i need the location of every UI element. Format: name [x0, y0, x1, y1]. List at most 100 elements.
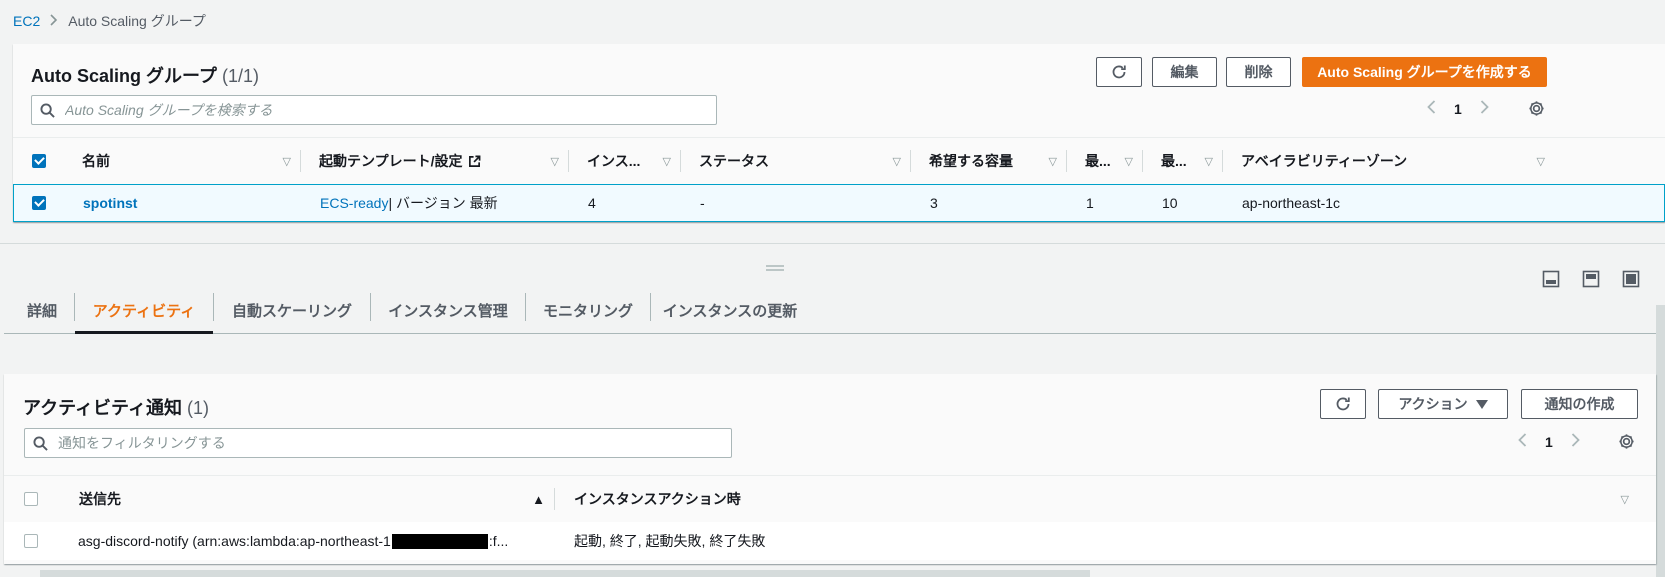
asg-panel: Auto Scaling グループ (1/1) 編集 削除 Auto Scali…	[13, 44, 1665, 222]
col-min-label: 最...	[1085, 153, 1111, 169]
breadcrumb: EC2 Auto Scaling グループ	[13, 12, 206, 30]
select-all-checkbox[interactable]	[24, 492, 38, 506]
preferences-gear-icon[interactable]	[1528, 100, 1545, 117]
select-all-checkbox-cell[interactable]	[24, 476, 38, 522]
template-version: | バージョン 最新	[388, 195, 498, 211]
sort-icon: ▽	[282, 155, 291, 168]
asg-panel-title: Auto Scaling グループ (1/1)	[31, 62, 259, 88]
row-checkbox[interactable]	[32, 196, 46, 210]
vertical-scrollbar[interactable]	[1656, 305, 1665, 577]
horizontal-scrollbar[interactable]	[40, 570, 1090, 577]
instance-actions-cell: 起動, 終了, 起動失敗, 終了失敗	[574, 533, 766, 549]
row-checkbox[interactable]	[24, 534, 38, 548]
prev-page-icon[interactable]	[1518, 431, 1527, 452]
col-header-max[interactable]: 最... ▽	[1143, 138, 1223, 184]
caret-down-icon	[1475, 399, 1488, 409]
sort-icon: ▽	[1048, 155, 1057, 168]
col-header-min[interactable]: 最... ▽	[1067, 138, 1143, 184]
next-page-icon[interactable]	[1571, 431, 1580, 452]
destination-prefix: asg-discord-notify (arn:aws:lambda:ap-no…	[78, 533, 391, 549]
col-name-label: 名前	[82, 153, 110, 169]
page-number[interactable]: 1	[1545, 434, 1553, 450]
launch-template-link[interactable]: ECS-ready	[320, 195, 388, 211]
asg-search-input[interactable]	[63, 101, 716, 119]
notify-count: (1)	[186, 398, 209, 418]
tab-details[interactable]: 詳細	[16, 287, 68, 333]
breadcrumb-current: Auto Scaling グループ	[68, 13, 206, 29]
sort-ascending-icon: ▲	[532, 491, 545, 507]
notify-filter-input[interactable]	[56, 434, 731, 452]
col-instances-label: インス...	[587, 153, 641, 169]
sort-icon: ▽	[550, 155, 559, 168]
drag-handle-icon[interactable]	[766, 258, 784, 274]
search-icon	[33, 435, 48, 451]
select-all-checkbox-cell[interactable]	[32, 138, 46, 184]
notify-panel: アクティビティ通知 (1) アクション 通知の作成 1	[4, 374, 1656, 564]
tab-instance-management[interactable]: インスタンス管理	[371, 287, 525, 333]
col-header-destination[interactable]: 送信先 ▲	[57, 476, 555, 522]
actions-dropdown-button[interactable]: アクション	[1378, 389, 1508, 419]
col-az-label: アベイラビリティーゾーン	[1241, 153, 1408, 169]
tab-auto-scaling[interactable]: 自動スケーリング	[214, 287, 370, 333]
col-header-instance-actions[interactable]: インスタンスアクション時 ▽	[555, 476, 1639, 522]
notify-filter-field[interactable]	[24, 428, 732, 458]
create-notification-button[interactable]: 通知の作成	[1521, 389, 1638, 419]
next-page-icon[interactable]	[1480, 98, 1489, 119]
min-cell: 1	[1086, 195, 1094, 211]
destination-cell: asg-discord-notify (arn:aws:lambda:ap-no…	[78, 522, 508, 560]
notify-title-text: アクティビティ通知	[23, 398, 182, 418]
page-number[interactable]: 1	[1454, 101, 1462, 117]
col-template-label: 起動テンプレート/設定	[319, 153, 463, 169]
desired-cell: 3	[930, 195, 938, 211]
redacted-block	[391, 533, 488, 549]
max-cell: 10	[1162, 195, 1178, 211]
actions-label: アクション	[1398, 396, 1468, 412]
notify-pagination: 1	[1518, 431, 1580, 452]
tab-instance-refresh[interactable]: インスタンスの更新	[651, 287, 809, 333]
preferences-gear-icon[interactable]	[1618, 433, 1635, 450]
notify-panel-title: アクティビティ通知 (1)	[23, 394, 209, 420]
table-row[interactable]: spotinst ECS-ready | バージョン 最新 4 - 3 1 10…	[13, 184, 1665, 222]
col-instance-actions-label: インスタンスアクション時	[574, 491, 741, 507]
sort-icon: ▽	[1124, 155, 1133, 168]
row-checkbox-cell[interactable]	[32, 185, 46, 221]
notify-refresh-button[interactable]	[1320, 389, 1366, 419]
table-row[interactable]: asg-discord-notify (arn:aws:lambda:ap-no…	[4, 522, 1656, 560]
edit-button[interactable]: 編集	[1152, 57, 1217, 87]
breadcrumb-ec2-link[interactable]: EC2	[13, 13, 40, 29]
prev-page-icon[interactable]	[1427, 98, 1436, 119]
sort-icon: ▽	[662, 155, 671, 168]
asg-pagination: 1	[1427, 98, 1489, 119]
col-header-template[interactable]: 起動テンプレート/設定 ▽	[301, 138, 569, 184]
asg-search-field[interactable]	[31, 95, 717, 125]
notify-table-header: 送信先 ▲ インスタンスアクション時 ▽	[4, 475, 1656, 523]
sort-icon: ▽	[1204, 155, 1213, 168]
create-asg-button[interactable]: Auto Scaling グループを作成する	[1302, 57, 1547, 87]
asg-name-link[interactable]: spotinst	[83, 195, 137, 211]
col-status-label: ステータス	[699, 153, 769, 169]
delete-button[interactable]: 削除	[1226, 57, 1291, 87]
col-header-az[interactable]: アベイラビリティーゾーン ▽	[1223, 138, 1555, 184]
external-link-icon	[468, 155, 481, 168]
col-header-name[interactable]: 名前 ▽	[65, 138, 301, 184]
split-panel-divider[interactable]	[0, 243, 1665, 244]
asg-table-header: 名前 ▽ 起動テンプレート/設定 ▽ インス... ▽ ステータス ▽ 希望する…	[13, 137, 1665, 185]
status-cell: -	[700, 195, 705, 211]
col-header-desired[interactable]: 希望する容量 ▽	[911, 138, 1067, 184]
col-desired-label: 希望する容量	[929, 153, 1013, 169]
select-all-checkbox[interactable]	[32, 154, 46, 168]
az-cell: ap-northeast-1c	[1242, 195, 1341, 211]
col-header-instances[interactable]: インス... ▽	[569, 138, 681, 184]
detail-tabs: 詳細 アクティビティ 自動スケーリング インスタンス管理 モニタリング インスタ…	[4, 287, 1656, 334]
breadcrumb-chevron-icon	[50, 13, 58, 29]
sort-icon: ▽	[1536, 155, 1545, 168]
col-header-status[interactable]: ステータス ▽	[681, 138, 911, 184]
refresh-icon	[1111, 64, 1127, 80]
sort-icon: ▽	[892, 155, 901, 168]
tab-monitoring[interactable]: モニタリング	[526, 287, 650, 333]
asg-title-text: Auto Scaling グループ	[31, 66, 217, 86]
destination-suffix: :f...	[488, 533, 509, 549]
tab-activity[interactable]: アクティビティ	[75, 287, 213, 334]
row-checkbox-cell[interactable]	[24, 522, 38, 560]
refresh-button[interactable]	[1096, 57, 1142, 87]
